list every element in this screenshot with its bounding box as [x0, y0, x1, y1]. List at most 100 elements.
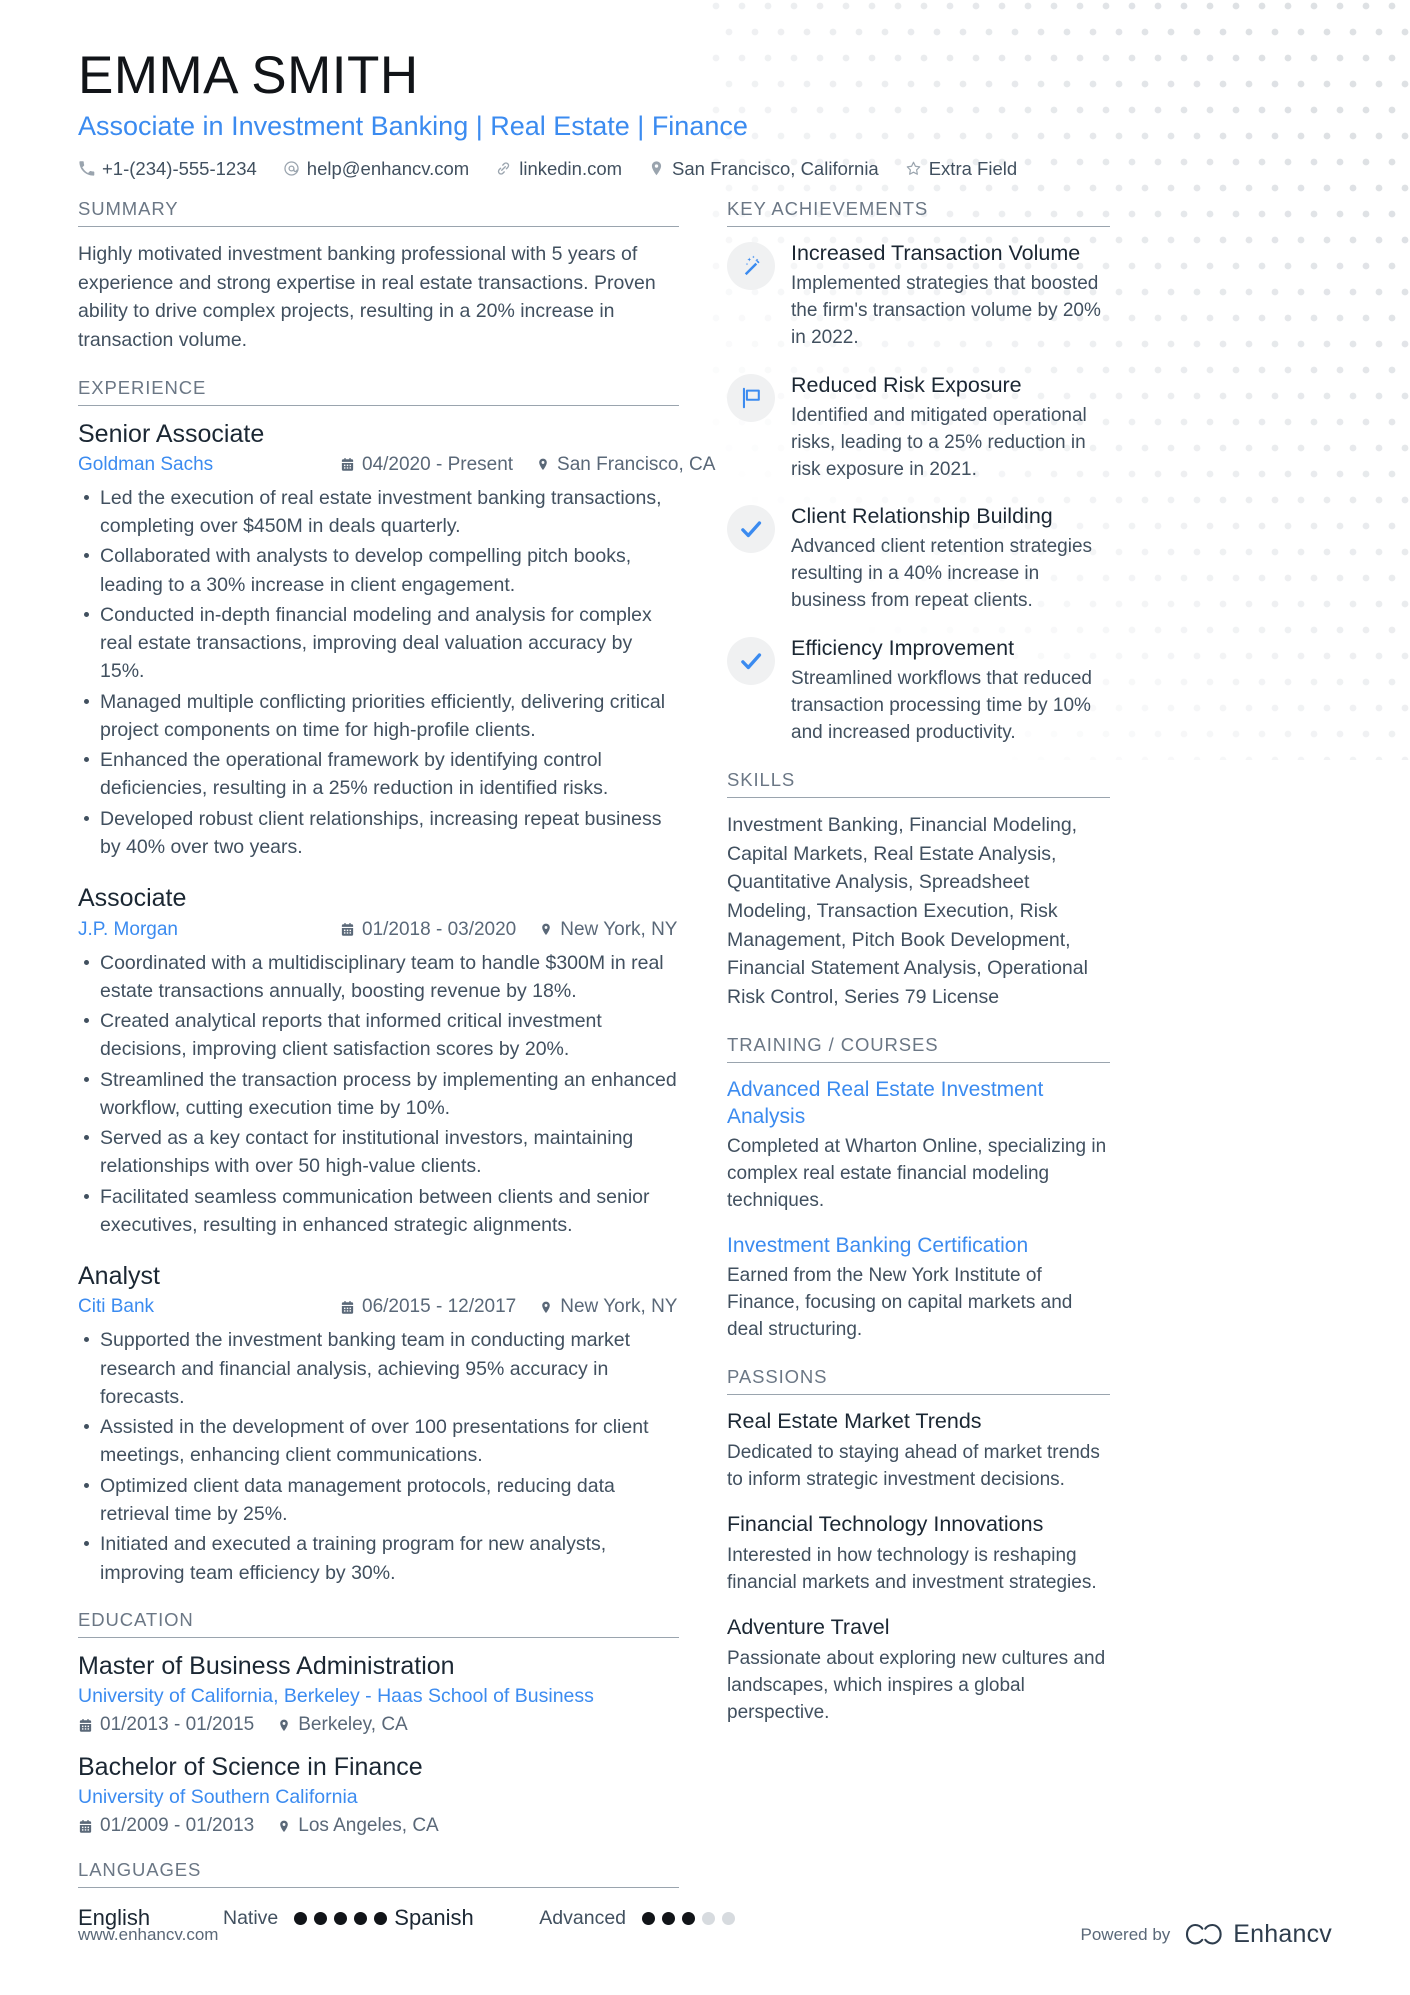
experience-location-text: San Francisco, CA [557, 453, 716, 475]
experience-role: Senior Associate [78, 419, 265, 448]
education-location-text: Los Angeles, CA [298, 1815, 439, 1837]
passions-heading: PASSIONS [727, 1366, 1110, 1396]
experience-entry: Analyst Citi Bank 06/2015 - 12/2017 New … [78, 1261, 679, 1587]
passion-description: Interested in how technology is reshapin… [727, 1545, 1097, 1594]
bullet-item: Conducted in-depth financial modeling an… [78, 601, 679, 686]
training-title[interactable]: Investment Banking Certification [727, 1232, 1110, 1259]
section-experience: EXPERIENCE Senior Associate Goldman Sach… [78, 377, 715, 1587]
bullet-item: Facilitated seamless communication betwe… [78, 1183, 679, 1240]
contact-phone-text: +1-(234)-555-1234 [102, 157, 257, 179]
bullet-item: Developed robust client relationships, i… [78, 805, 679, 862]
achievement-title: Client Relationship Building [791, 504, 1053, 529]
achievement-description: Advanced client retention strategies res… [791, 536, 1093, 612]
experience-role: Associate [78, 884, 187, 913]
bullet-item: Managed multiple conflicting priorities … [78, 688, 679, 745]
skills-heading: SKILLS [727, 769, 1110, 799]
experience-organization[interactable]: J.P. Morgan [78, 919, 340, 941]
location-icon [276, 1818, 291, 1834]
languages-heading: LANGUAGES [78, 1859, 679, 1889]
bullet-item: Led the execution of real estate investm… [78, 484, 679, 541]
training-heading: TRAINING / COURSES [727, 1034, 1110, 1063]
achievement-body: Increased Transaction Volume Implemented… [791, 240, 1110, 352]
experience-organization[interactable]: Citi Bank [78, 1296, 340, 1318]
contact-email-text: help@enhancv.com [306, 157, 470, 179]
education-degree: Bachelor of Science in Finance [78, 1753, 423, 1782]
magic-wand-icon [727, 241, 775, 290]
education-entry: Master of Business Administration Univer… [78, 1651, 679, 1736]
experience-location-text: New York, NY [560, 1296, 678, 1318]
achievement-title: Increased Transaction Volume [791, 240, 1081, 265]
experience-location: New York, NY [538, 919, 677, 941]
passion-title: Adventure Travel [727, 1615, 890, 1640]
phone-icon [78, 160, 95, 177]
training-item: Advanced Real Estate Investment Analysis… [727, 1076, 1110, 1216]
contact-email[interactable]: help@enhancv.com [283, 158, 469, 180]
education-school[interactable]: University of Southern California [78, 1786, 679, 1809]
training-description: Completed at Wharton Online, specializin… [727, 1136, 1107, 1212]
experience-dates-text: 01/2018 - 03/2020 [362, 918, 517, 940]
experience-bullets: Coordinated with a multidisciplinary tea… [78, 949, 679, 1240]
summary-text: Highly motivated investment banking prof… [78, 242, 656, 351]
experience-organization[interactable]: Goldman Sachs [78, 454, 340, 476]
achievement-description: Implemented strategies that boosted the … [791, 272, 1101, 348]
enhancv-brand-name: Enhancv [1233, 1920, 1332, 1948]
experience-heading: EXPERIENCE [78, 377, 679, 406]
experience-entry: Associate J.P. Morgan 01/2018 - 03/2020 [78, 883, 679, 1239]
experience-meta: J.P. Morgan 01/2018 - 03/2020 New York, … [78, 919, 679, 941]
skills-text: Investment Banking, Financial Modeling, … [727, 814, 1088, 1008]
experience-dates-text: 06/2015 - 12/2017 [362, 1296, 517, 1318]
resume-columns: SUMMARY Highly motivated investment bank… [78, 198, 1332, 1935]
contact-phone[interactable]: +1-(234)-555-1234 [78, 158, 257, 180]
bullet-item: Enhanced the operational framework by id… [78, 746, 679, 803]
training-item: Investment Banking Certification Earned … [727, 1232, 1110, 1344]
section-passions: PASSIONS Real Estate Market Trends Dedic… [727, 1366, 1110, 1727]
footer-branding: Powered by Enhancv [1081, 1920, 1332, 1949]
calendar-icon [340, 922, 355, 938]
contact-location: San Francisco, California [648, 158, 879, 180]
candidate-name: EMMA SMITH [78, 46, 419, 105]
passion-item: Financial Technology Innovations Interes… [727, 1511, 1110, 1597]
contact-linkedin-text: linkedin.com [519, 157, 623, 179]
footer-website[interactable]: www.enhancv.com [78, 1925, 218, 1945]
powered-by-label: Powered by [1080, 1924, 1171, 1944]
resume-header: EMMA SMITH Associate in Investment Banki… [78, 46, 1332, 180]
check-icon [727, 505, 775, 554]
training-title[interactable]: Advanced Real Estate Investment Analysis [727, 1076, 1110, 1131]
passion-title: Financial Technology Innovations [727, 1512, 1044, 1537]
achievement-body: Client Relationship Building Advanced cl… [791, 503, 1110, 615]
education-dates-text: 01/2013 - 01/2015 [100, 1714, 255, 1736]
calendar-icon [78, 1818, 93, 1834]
enhancv-brand: Enhancv [1184, 1920, 1332, 1949]
check-icon [727, 637, 775, 686]
bullet-item: Assisted in the development of over 100 … [78, 1413, 679, 1470]
achievement-item: Efficiency Improvement Streamlined workf… [727, 635, 1110, 747]
passion-item: Real Estate Market Trends Dedicated to s… [727, 1408, 1110, 1494]
education-dates-text: 01/2009 - 01/2013 [100, 1815, 255, 1837]
experience-dates: 01/2018 - 03/2020 [340, 919, 516, 941]
bullet-item: Initiated and executed a training progra… [78, 1530, 679, 1587]
resume-footer: www.enhancv.com Powered by Enhancv [78, 1920, 1332, 1949]
contact-extra-field-text: Extra Field [928, 157, 1018, 179]
achievement-title: Efficiency Improvement [791, 636, 1015, 661]
achievement-item: Increased Transaction Volume Implemented… [727, 240, 1110, 352]
section-summary: SUMMARY Highly motivated investment bank… [78, 198, 679, 355]
link-icon [495, 160, 512, 177]
experience-dates: 04/2020 - Present [340, 454, 513, 476]
location-icon [276, 1717, 291, 1733]
experience-dates-text: 04/2020 - Present [362, 453, 514, 475]
education-school[interactable]: University of California, Berkeley - Haa… [78, 1685, 679, 1708]
education-degree: Master of Business Administration [78, 1651, 455, 1680]
education-meta: 01/2009 - 01/2013 Los Angeles, CA [78, 1815, 679, 1837]
contact-linkedin[interactable]: linkedin.com [495, 158, 622, 180]
location-icon [648, 160, 665, 177]
location-icon [538, 1299, 553, 1315]
education-meta: 01/2013 - 01/2015 Berkeley, CA [78, 1714, 679, 1736]
calendar-icon [78, 1717, 93, 1733]
candidate-job-title: Associate in Investment Banking | Real E… [78, 111, 748, 142]
experience-location-text: New York, NY [560, 918, 678, 940]
passion-item: Adventure Travel Passionate about explor… [727, 1614, 1110, 1727]
achievement-body: Reduced Risk Exposure Identified and mit… [791, 372, 1110, 484]
education-location-text: Berkeley, CA [298, 1714, 408, 1736]
achievements-heading: KEY ACHIEVEMENTS [727, 198, 1110, 227]
education-location: Los Angeles, CA [276, 1815, 439, 1837]
